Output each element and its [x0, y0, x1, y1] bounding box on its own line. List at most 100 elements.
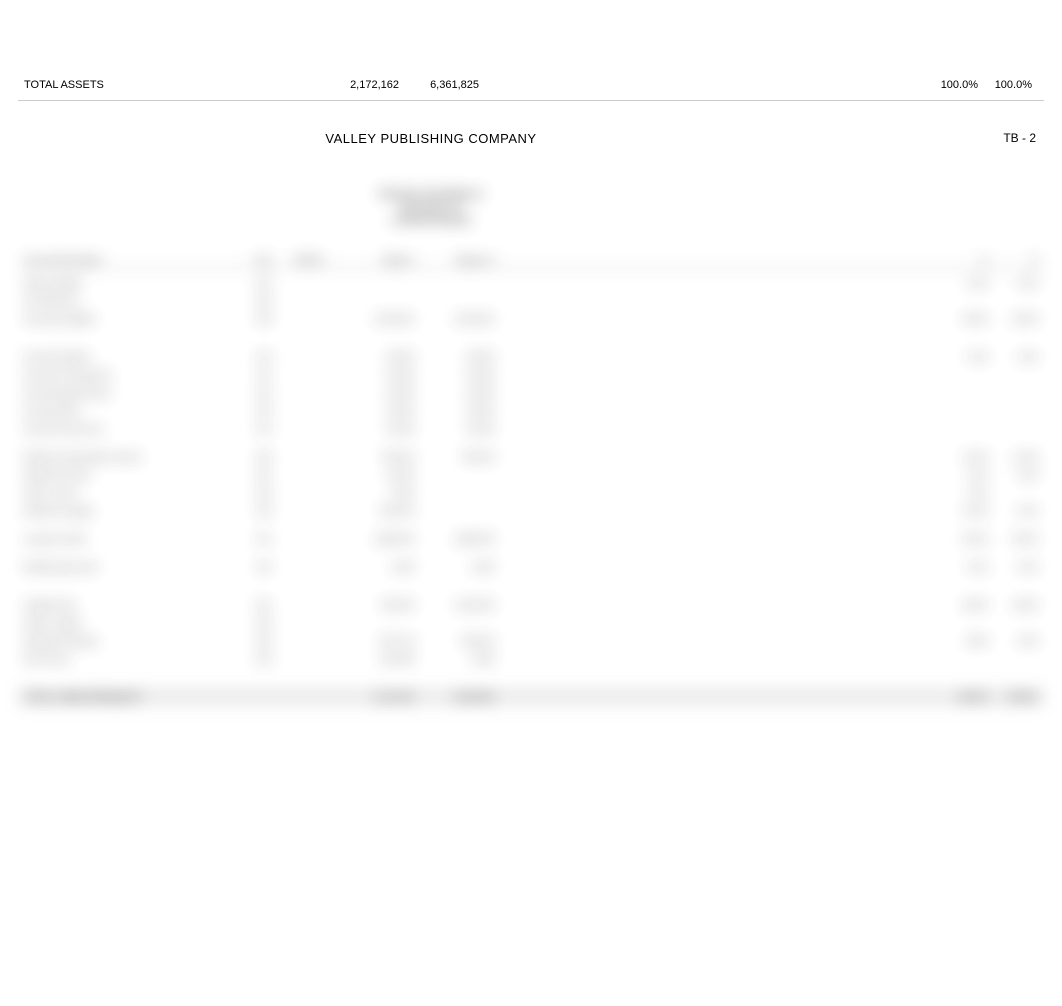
account-number: 301: [244, 278, 284, 288]
account-description: Accrued income tax: [24, 424, 244, 434]
account-description: Related party note: [24, 562, 244, 572]
percent-1: 0.1%: [938, 488, 988, 498]
account-description: Accrued commissions: [24, 370, 244, 380]
balance-value-1: 24,400: [334, 424, 414, 434]
account-description: Other current: [24, 488, 244, 498]
account-number: 303: [244, 314, 284, 324]
account-number: 401: [244, 534, 284, 544]
balance-value-2: 30,000: [414, 370, 494, 380]
account-description: Deferred subscription income: [24, 452, 244, 462]
account-number: 502: [244, 618, 284, 628]
table-row: Deferred subscription income320756,91975…: [18, 448, 1044, 466]
balance-value-2: 6,361,825: [414, 692, 494, 702]
table-row: Deferred charges323 800,000 12.6%0.0%: [18, 502, 1044, 520]
account-description: Accounts payable: [24, 314, 244, 324]
gap-row: [18, 668, 1044, 688]
account-number: 312: [244, 388, 284, 398]
percent-2: 29.6%: [988, 534, 1038, 544]
balance-value-2: 25,000: [414, 406, 494, 416]
balance-value-2: 25,000: [414, 388, 494, 398]
balance-value-1: 25,000: [334, 388, 414, 398]
percent-1: 12.6%: [938, 506, 988, 516]
table-row: A/P discounts302: [18, 292, 1044, 310]
table-row: Accrued commissions311 30,00030,000: [18, 366, 1044, 384]
balance-value-1: 800,000: [334, 506, 414, 516]
percent-2: 45.9%: [988, 314, 1038, 324]
percent-1: 0.0%: [938, 278, 988, 288]
percent-1: 0.2%: [938, 470, 988, 480]
account-number: 323: [244, 506, 284, 516]
company-header: VALLEY PUBLISHING COMPANY TB - 2: [18, 129, 1044, 189]
account-description: Paid-in capital: [24, 618, 244, 628]
subtitle-2: December 31: [18, 202, 1044, 213]
account-description: Deferred charges: [24, 506, 244, 516]
balance-value-1: -557,743: [334, 636, 414, 646]
percent-1: 100.0%: [938, 692, 988, 702]
balance-value-2: 3,000: [414, 562, 494, 572]
gap-row: [18, 438, 1044, 448]
percent-2: 0.2%: [988, 470, 1038, 480]
percent-2: 11.9%: [988, 452, 1038, 462]
company-name: VALLEY PUBLISHING COMPANY: [0, 129, 1044, 146]
table-row: Capital stock501200,0001,200,00018.9%18.…: [18, 596, 1044, 614]
percent-2: 0.0%: [988, 562, 1038, 572]
table-row: Accrued income tax31424,40024,400: [18, 420, 1044, 438]
total-assets-row: TOTAL ASSETS 2,172,162 6,361,825 100.0% …: [18, 70, 1044, 100]
subtitle-1: Working Trial Balance: [18, 189, 1044, 200]
balance-value-1: 3,000: [334, 562, 414, 572]
gap-row: [18, 548, 1044, 558]
balance-value-1: 5,000: [334, 488, 414, 498]
balance-value-2: 25,000: [414, 352, 494, 362]
total-assets-label: TOTAL ASSETS: [24, 79, 244, 91]
account-description: Retained earnings: [24, 636, 244, 646]
subtitle-3: Liabilities/Equity: [18, 215, 1044, 226]
percent-1: 0.0%: [938, 562, 988, 572]
percent-1: 11.9%: [938, 452, 988, 462]
percent-2: 0.4%: [988, 352, 1038, 362]
account-number: 321: [244, 470, 284, 480]
account-number: 320: [244, 452, 284, 462]
gap-row: [18, 520, 1044, 530]
balance-value-1: -532,095: [334, 654, 414, 664]
account-description: Capital stock: [24, 600, 244, 610]
table-row: Accrued payroll taxes312 25,00025,000: [18, 384, 1044, 402]
table-row: Related party note402 3,0003,000 0.0%0.0%: [18, 558, 1044, 576]
divider-line: [18, 100, 1044, 101]
blurred-content-section: Working Trial Balance December 31 Liabil…: [18, 189, 1044, 739]
balance-value-1: 30,000: [334, 370, 414, 380]
account-number: 503: [244, 636, 284, 646]
account-number: 402: [244, 562, 284, 572]
table-row: Other current322 5,000 0.1%: [18, 484, 1044, 502]
table-row: Notes payable3010.0%0.0%: [18, 274, 1044, 292]
percent-2: 0.0%: [988, 278, 1038, 288]
balance-value-2: 2,919,601: [414, 314, 494, 324]
account-number: 311: [244, 370, 284, 380]
total-row: TOTAL LIABILITIES/EQUITY2,172,1626,361,8…: [18, 688, 1044, 706]
percent-2: 0.0%: [988, 506, 1038, 516]
account-description: Net income: [24, 654, 244, 664]
account-description: Accrued payroll taxes: [24, 388, 244, 398]
account-description: Long-term debt: [24, 534, 244, 544]
account-number: 314: [244, 424, 284, 434]
account-number: 504: [244, 654, 284, 664]
table-row: Deferred income32112,0000.2%0.2%: [18, 466, 1044, 484]
balance-value-2: 1,200,000: [414, 600, 494, 610]
gap-row: [18, 576, 1044, 596]
percent-1: 45.9%: [938, 314, 988, 324]
balance-value-2: 250,000: [414, 636, 494, 646]
balance-value-1: 25,000: [334, 406, 414, 416]
percent-1: 29.6%: [938, 534, 988, 544]
total-assets-value-1: 2,172,162: [244, 79, 399, 91]
balance-value-2: 4,095: [414, 654, 494, 664]
table-row: Net income504 -532,0954,095: [18, 650, 1044, 668]
table-row: Accounts payable3032,919,6012,919,60145.…: [18, 310, 1044, 328]
percent-2: 18.9%: [988, 600, 1038, 610]
balance-value-2: 1,880,000: [414, 534, 494, 544]
balance-value-1: 1,880,000: [334, 534, 414, 544]
page-container: TOTAL ASSETS 2,172,162 6,361,825 100.0% …: [18, 70, 1044, 739]
page-code: TB - 2: [1003, 131, 1036, 145]
percent-2: 3.9%: [988, 636, 1038, 646]
account-number: 310: [244, 352, 284, 362]
account-number: 322: [244, 488, 284, 498]
total-assets-pct-1: 100.0%: [918, 79, 978, 91]
